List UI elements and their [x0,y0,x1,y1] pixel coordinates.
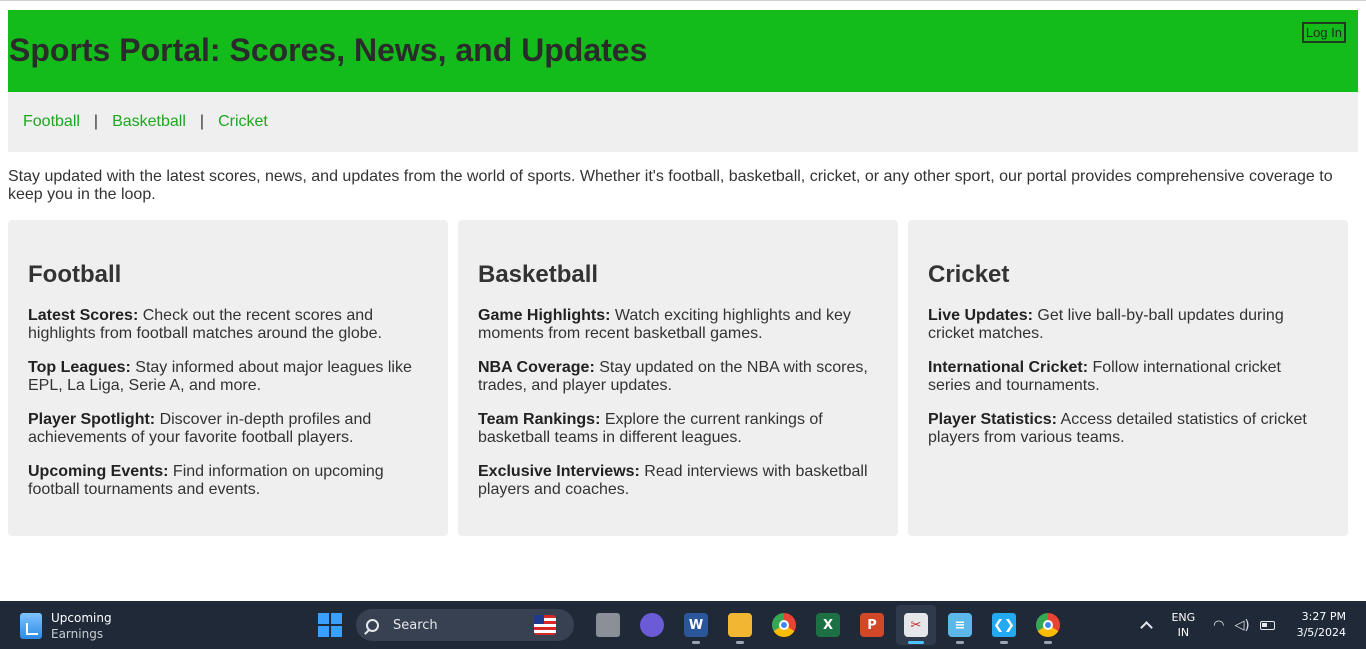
card-list: Game Highlights: Watch exciting highligh… [478,307,878,515]
site-header: Sports Portal: Scores, News, and Updates… [8,10,1358,92]
notepad-icon: ≡ [948,613,972,637]
card-list: Live Updates: Get live ball-by-ball upda… [928,307,1328,463]
powerpoint-icon: P [860,613,884,637]
volume-icon: ◁) [1234,617,1250,633]
wifi-icon: ◠ [1213,617,1225,633]
list-item: Live Updates: Get live ball-by-ball upda… [928,307,1328,343]
task-view-icon [596,613,620,637]
taskbar-app-notepad[interactable]: ≡ [940,605,980,645]
item-label: Upcoming Events: [28,463,169,480]
list-item: Top Leagues: Stay informed about major l… [28,359,428,395]
search-label: Search [393,617,438,633]
region-code: IN [1177,626,1190,639]
nav-link-football[interactable]: Football [23,113,80,131]
lang-code: ENG [1171,611,1196,624]
list-item: Exclusive Interviews: Read interviews wi… [478,463,878,499]
taskbar-app-word[interactable]: W [676,605,716,645]
widget-text: Upcoming Earnings [51,610,112,642]
item-label: Player Spotlight: [28,411,156,428]
list-item: Upcoming Events: Find information on upc… [28,463,428,499]
taskbar-app-vscode[interactable]: ❮❯ [984,605,1024,645]
teams-icon [640,613,664,637]
quick-settings[interactable]: ◠ ◁) [1213,617,1275,633]
card-football: Football Latest Scores: Check out the re… [8,220,448,536]
start-button[interactable] [314,609,346,641]
taskbar-center: Search W X P ✂ ≡ ❮❯ [314,605,1070,645]
windows-logo-icon [318,613,329,624]
vscode-icon: ❮❯ [992,613,1016,637]
list-item: Player Spotlight: Discover in-depth prof… [28,411,428,447]
taskbar-app-powerpoint[interactable]: P [852,605,892,645]
taskbar-app-chrome-2[interactable] [1028,605,1068,645]
excel-icon: X [816,613,840,637]
running-indicator [1000,641,1008,644]
running-indicator [956,641,964,644]
widget-title: Upcoming [51,611,112,625]
card-title: Basketball [478,261,599,288]
card-basketball: Basketball Game Highlights: Watch exciti… [458,220,898,536]
nav-link-cricket[interactable]: Cricket [218,113,268,131]
sports-cards: Football Latest Scores: Check out the re… [8,220,1348,536]
item-label: NBA Coverage: [478,359,595,376]
stock-chart-icon [20,613,42,639]
nav-separator: | [93,113,99,130]
item-label: International Cricket: [928,359,1089,376]
list-item: Game Highlights: Watch exciting highligh… [478,307,878,343]
item-label: Player Statistics: [928,411,1057,428]
running-indicator [1044,641,1052,644]
item-label: Live Updates: [928,307,1033,324]
nav-separator: | [199,113,205,130]
card-cricket: Cricket Live Updates: Get live ball-by-b… [908,220,1348,536]
list-item: Player Statistics: Access detailed stati… [928,411,1328,447]
main-nav: Football | Basketball | Cricket [8,92,1358,152]
taskbar-app-teams[interactable] [632,605,672,645]
chevron-up-icon[interactable] [1140,621,1154,634]
taskbar-app-excel[interactable]: X [808,605,848,645]
weather-widget[interactable]: Upcoming Earnings [20,610,112,642]
taskbar-app-task-view[interactable] [588,605,628,645]
clock-date: 3/5/2024 [1296,626,1346,639]
taskbar-app-file-explorer[interactable] [720,605,760,645]
item-label: Top Leagues: [28,359,131,376]
language-indicator[interactable]: ENG IN [1171,610,1195,640]
page-title: Sports Portal: Scores, News, and Updates [9,32,648,68]
folder-icon [728,613,752,637]
battery-icon [1259,620,1275,630]
clock-time: 3:27 PM [1301,610,1346,623]
running-indicator [736,641,744,644]
chrome-icon [1036,613,1060,637]
login-button[interactable]: Log In [1301,22,1346,43]
windows-taskbar: Upcoming Earnings Search W X P ✂ ≡ ❮❯ EN… [0,601,1366,649]
card-title: Football [28,261,122,288]
intro-text: Stay updated with the latest scores, new… [8,168,1333,203]
item-label: Game Highlights: [478,307,611,324]
list-item: Team Rankings: Explore the current ranki… [478,411,878,447]
taskbar-search[interactable]: Search [356,609,574,641]
item-label: Latest Scores: [28,307,139,324]
browser-viewport: Sports Portal: Scores, News, and Updates… [0,0,1366,601]
list-item: Latest Scores: Check out the recent scor… [28,307,428,343]
chrome-icon [772,613,796,637]
active-indicator [908,641,924,644]
running-indicator [692,641,700,644]
card-title: Cricket [928,261,1010,288]
snipping-tool-icon: ✂ [904,613,928,637]
card-list: Latest Scores: Check out the recent scor… [28,307,428,515]
search-icon [366,618,379,632]
taskbar-app-snipping-tool[interactable]: ✂ [896,605,936,645]
list-item: International Cricket: Follow internatio… [928,359,1328,395]
widget-subtitle: Earnings [51,627,104,641]
taskbar-app-chrome[interactable] [764,605,804,645]
item-label: Team Rankings: [478,411,601,428]
system-tray: ENG IN ◠ ◁) 3:27 PM 3/5/2024 [1140,601,1366,649]
word-icon: W [684,613,708,637]
top-border [0,0,1366,1]
flag-icon [534,615,556,635]
list-item: NBA Coverage: Stay updated on the NBA wi… [478,359,878,395]
nav-link-basketball[interactable]: Basketball [112,113,186,131]
item-label: Exclusive Interviews: [478,463,640,480]
clock[interactable]: 3:27 PM 3/5/2024 [1297,609,1346,641]
